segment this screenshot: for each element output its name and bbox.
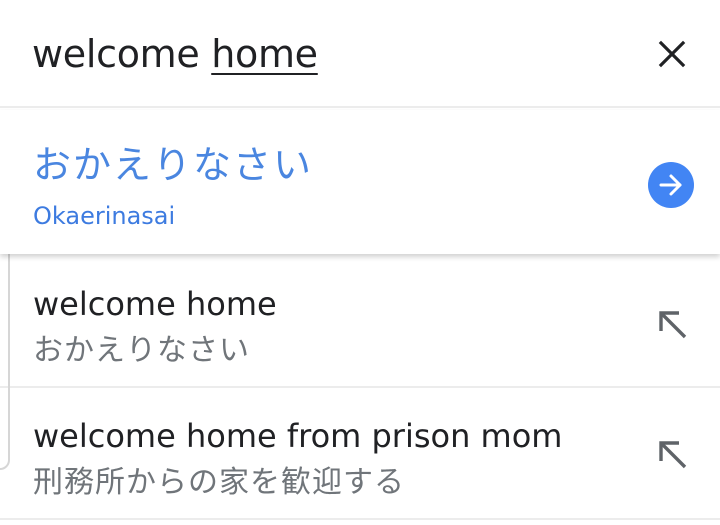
translate-search-screen: welcome home おかえりなさい Okaerinasai welcome… (0, 0, 720, 525)
suggestion-title: welcome home from prison mom (33, 417, 563, 455)
translation-result-card[interactable]: おかえりなさい Okaerinasai (0, 110, 720, 254)
fill-query-button[interactable] (650, 432, 694, 476)
arrow-up-left-icon (659, 441, 687, 469)
suggestion-item[interactable]: welcome home おかえりなさい (0, 256, 720, 388)
search-input[interactable]: welcome home (32, 28, 318, 80)
suggestion-item[interactable]: welcome home from prison mom 刑務所からの家を歓迎す… (0, 388, 720, 520)
open-translation-button[interactable] (648, 162, 694, 208)
search-query-composing-text: home (211, 32, 318, 76)
translation-romanization: Okaerinasai (33, 202, 176, 230)
search-query-text: welcome (32, 32, 212, 76)
search-bar: welcome home (0, 0, 720, 108)
arrow-up-left-icon (659, 311, 687, 339)
suggestion-translation: 刑務所からの家を歓迎する (33, 465, 405, 500)
suggestion-title: welcome home (33, 285, 277, 323)
suggestion-translation: おかえりなさい (33, 333, 250, 368)
arrow-right-circle-icon (659, 174, 682, 196)
clear-button[interactable] (648, 30, 696, 78)
translation-text: おかえりなさい (33, 143, 314, 187)
fill-query-button[interactable] (650, 302, 694, 346)
close-icon (658, 40, 686, 68)
